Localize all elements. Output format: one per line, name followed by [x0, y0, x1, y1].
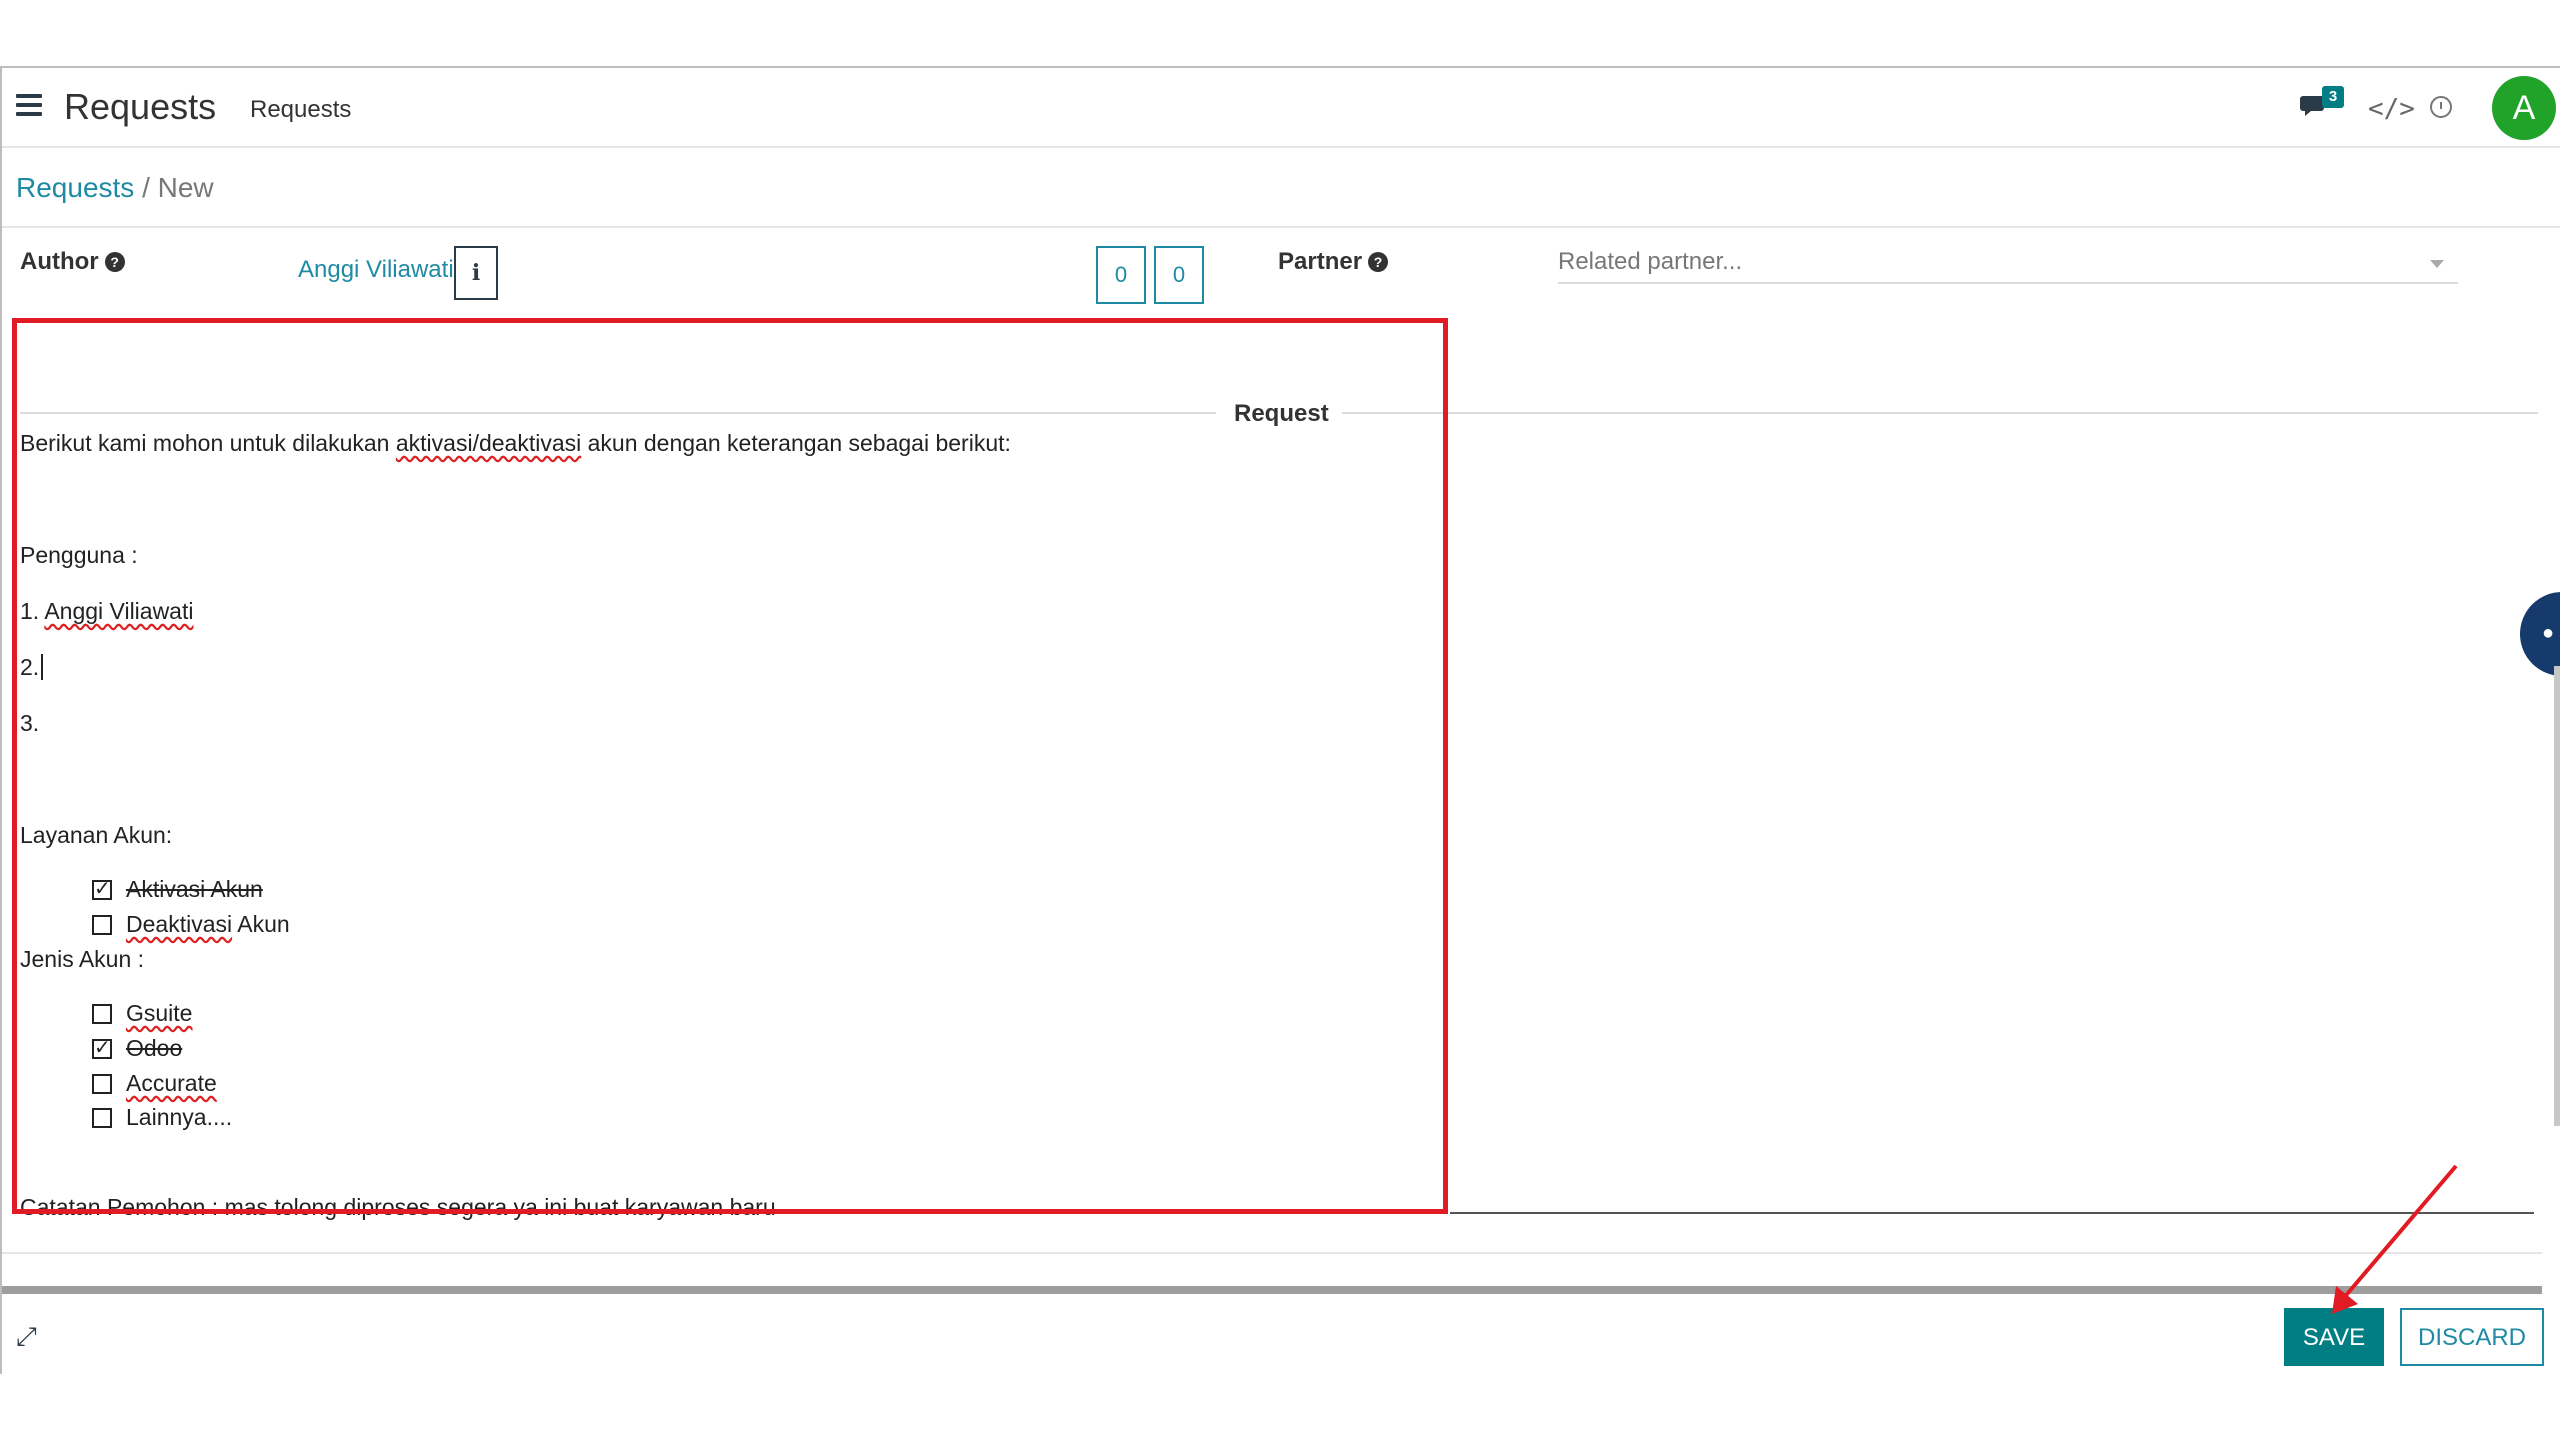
section-divider-right [1342, 412, 2538, 414]
top-bar: Requests Requests 3 </> A [2, 68, 2560, 148]
code-icon[interactable]: </> [2368, 94, 2415, 124]
help-icon[interactable]: ? [1368, 252, 1389, 272]
author-info-button[interactable]: i [454, 246, 498, 300]
breadcrumb: Requests / New [16, 172, 214, 204]
hamburger-menu-icon[interactable] [16, 94, 42, 116]
avatar[interactable]: A [2492, 76, 2556, 140]
partner-label: Partner? [1278, 248, 1389, 276]
red-arrow-annotation [2332, 1164, 2458, 1314]
count-button-a[interactable]: 0 [1096, 246, 1146, 304]
app-title: Requests [64, 86, 217, 127]
help-icon[interactable]: ? [104, 252, 125, 272]
partner-label-text: Partner [1278, 248, 1363, 275]
chevron-down-icon[interactable] [2430, 260, 2444, 268]
menu-item-requests[interactable]: Requests [250, 96, 351, 124]
breadcrumb-separator: / [142, 172, 150, 203]
partner-input[interactable]: Related partner... [1558, 248, 2458, 284]
app-frame: Requests Requests 3 </> A Requests / New… [0, 66, 2560, 1374]
breadcrumb-current: New [157, 172, 214, 203]
scrollbar[interactable] [2554, 666, 2560, 1126]
divider [2, 1286, 2542, 1294]
chat-badge: 3 [2322, 86, 2344, 108]
author-label: Author? [20, 248, 125, 276]
count-button-b[interactable]: 0 [1154, 246, 1204, 304]
author-value-link[interactable]: Anggi Viliawati [298, 256, 454, 284]
divider [2, 1252, 2542, 1254]
chat-icon: ● [2542, 622, 2555, 644]
breadcrumb-parent-link[interactable]: Requests [16, 172, 134, 203]
partner-placeholder: Related partner... [1558, 248, 1743, 275]
author-label-text: Author [20, 248, 99, 275]
divider [2, 226, 2560, 228]
clock-icon[interactable] [2430, 96, 2452, 118]
side-chat-bubble[interactable]: ● [2520, 592, 2560, 676]
expand-icon[interactable]: ⤢ [16, 1322, 37, 1353]
highlight-box [12, 318, 1448, 1214]
